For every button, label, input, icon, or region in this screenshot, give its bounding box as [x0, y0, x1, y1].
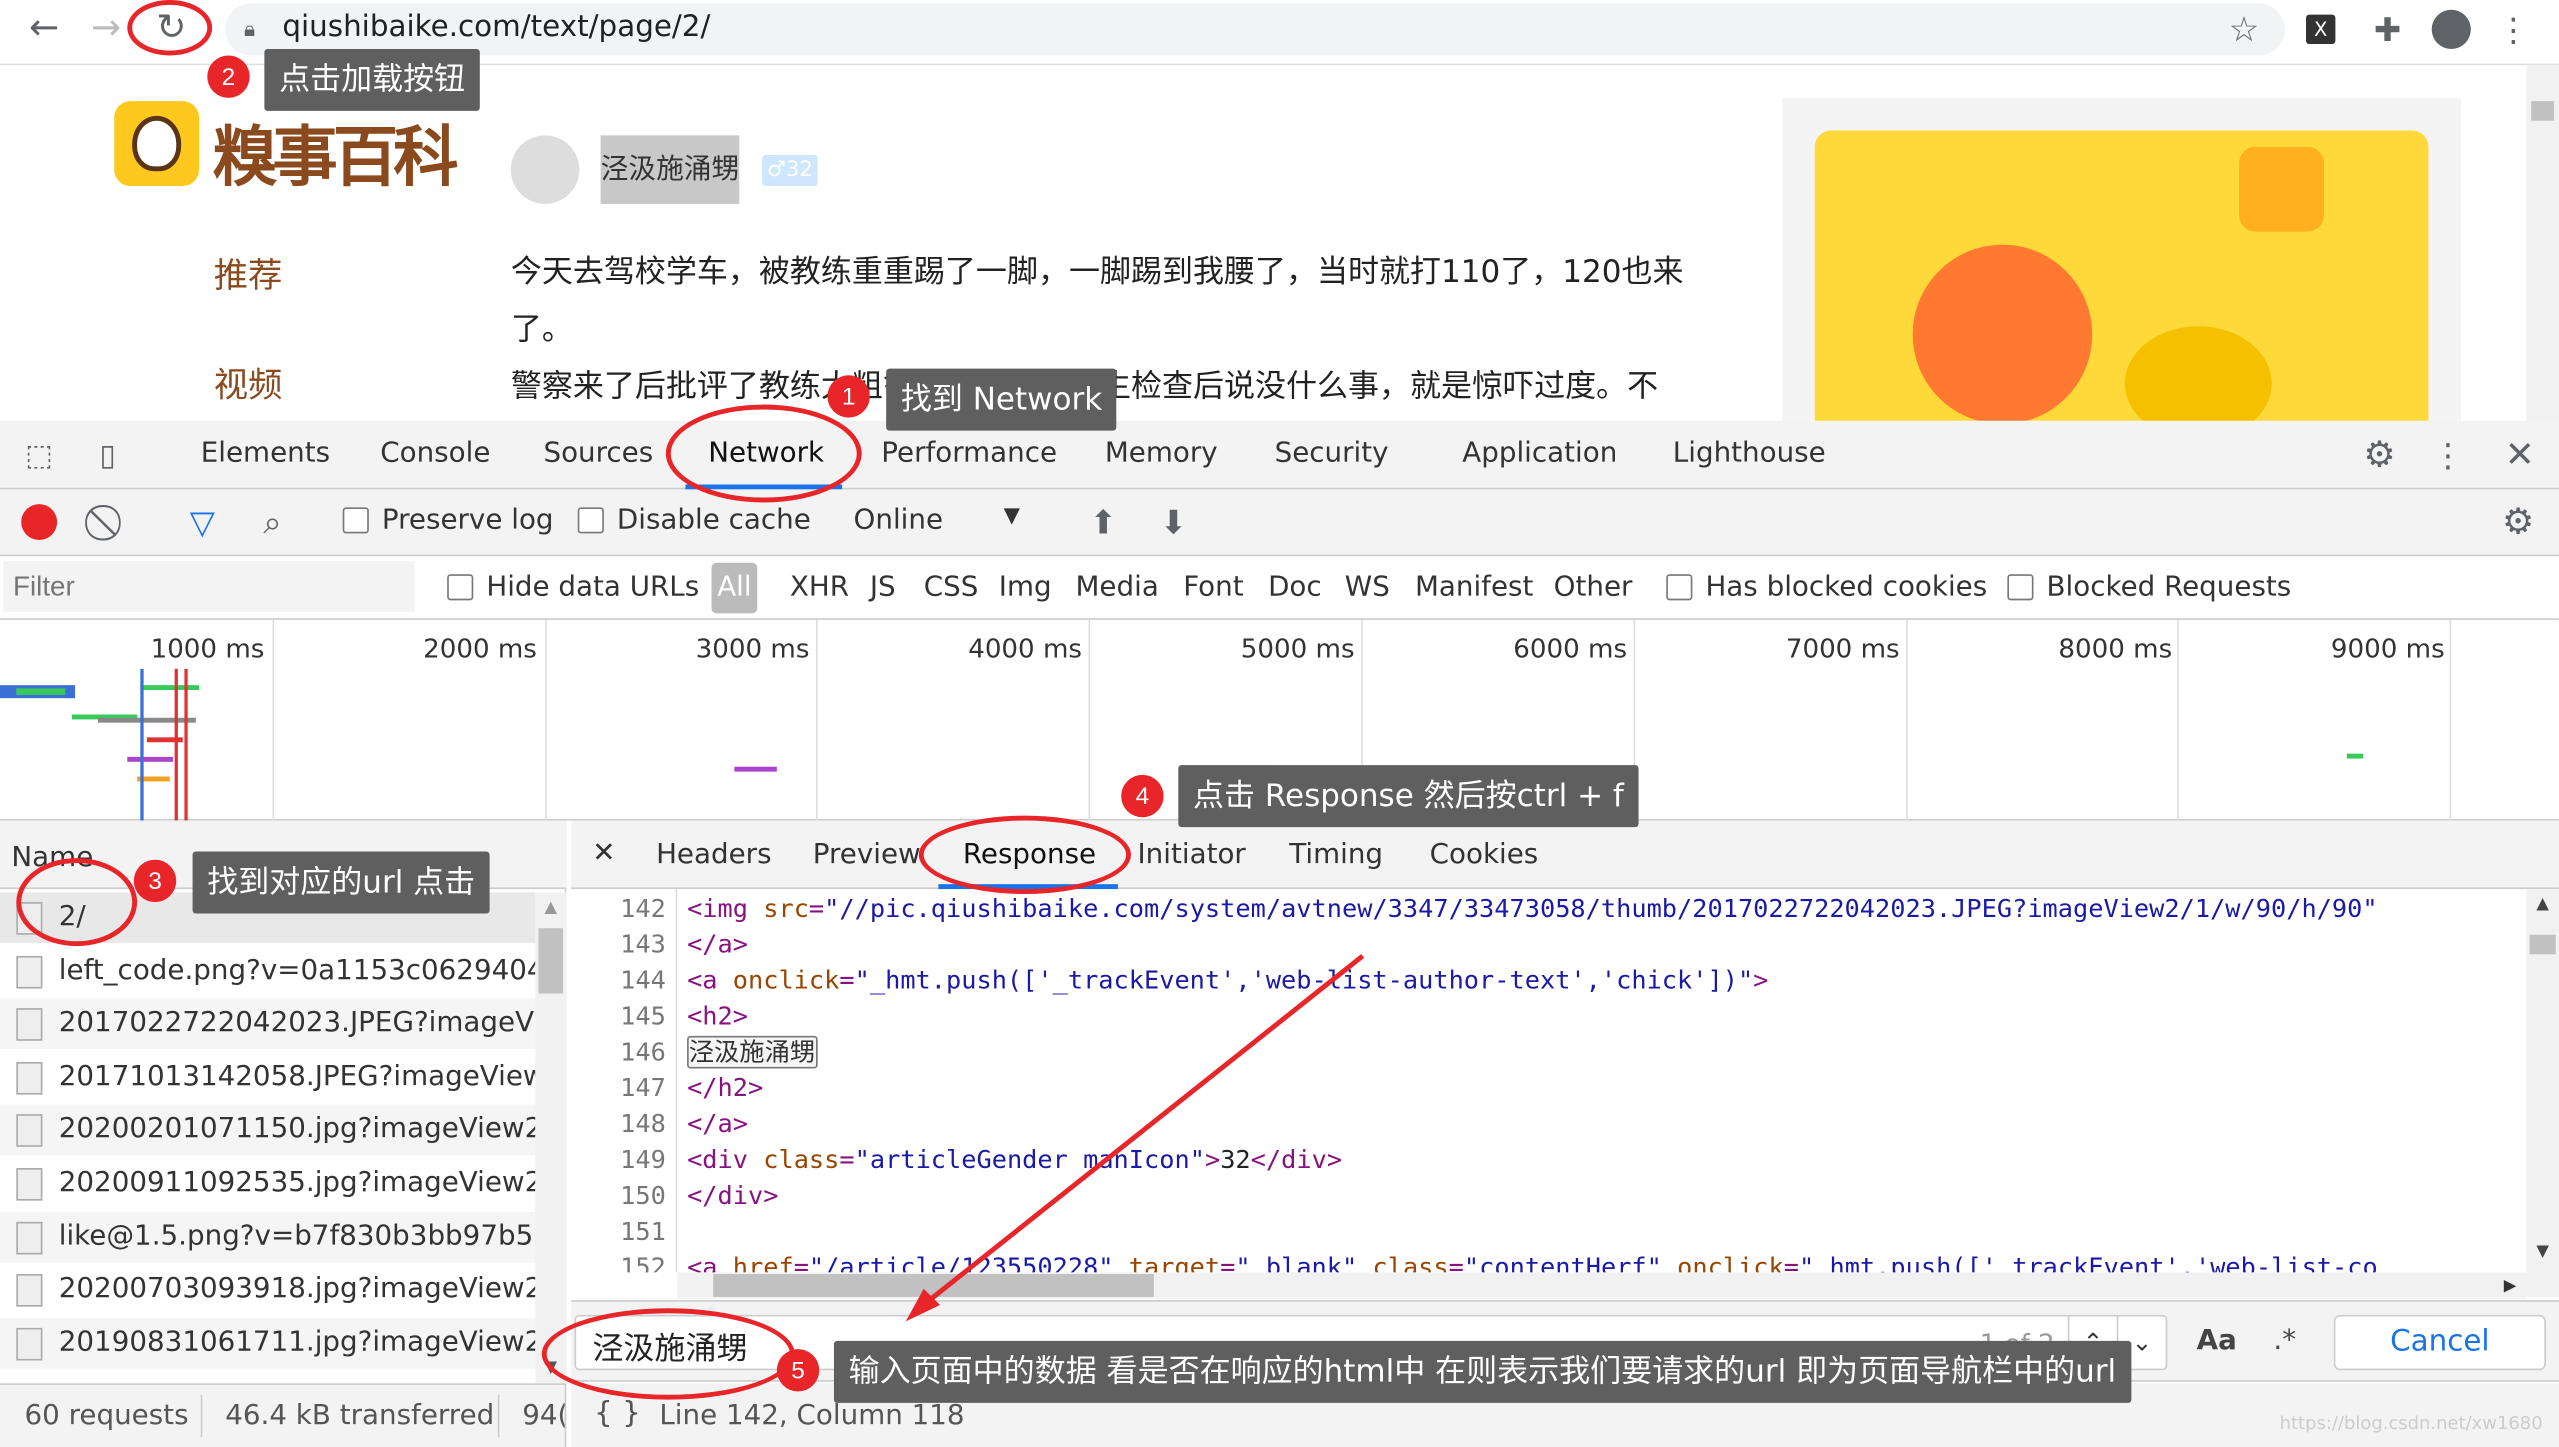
highlight-circle-reload — [127, 0, 213, 56]
annotation-tooltip: 点击 Response 然后按ctrl + f — [1178, 765, 1639, 828]
highlight-circle-response — [918, 815, 1131, 894]
step-badge: 4 — [1121, 774, 1164, 818]
step-badge: 1 — [827, 375, 870, 418]
step-badge: 3 — [133, 859, 177, 903]
step-badge: 5 — [776, 1349, 820, 1392]
annotation-tooltip: 输入页面中的数据 看是否在响应的html中 在则表示我们要请求的url 即为页面… — [833, 1340, 2131, 1403]
highlight-circle-request — [16, 858, 138, 947]
annotation-arrow — [905, 954, 1365, 1322]
annotation-tooltip: 找到对应的url 点击 — [192, 851, 490, 914]
step-badge: 2 — [207, 55, 250, 98]
annotation-tooltip: 点击加载按钮 — [264, 48, 480, 111]
highlight-circle-search — [541, 1308, 795, 1400]
highlight-circle-network — [665, 404, 862, 503]
annotation-tooltip: 找到 Network — [886, 368, 1117, 431]
